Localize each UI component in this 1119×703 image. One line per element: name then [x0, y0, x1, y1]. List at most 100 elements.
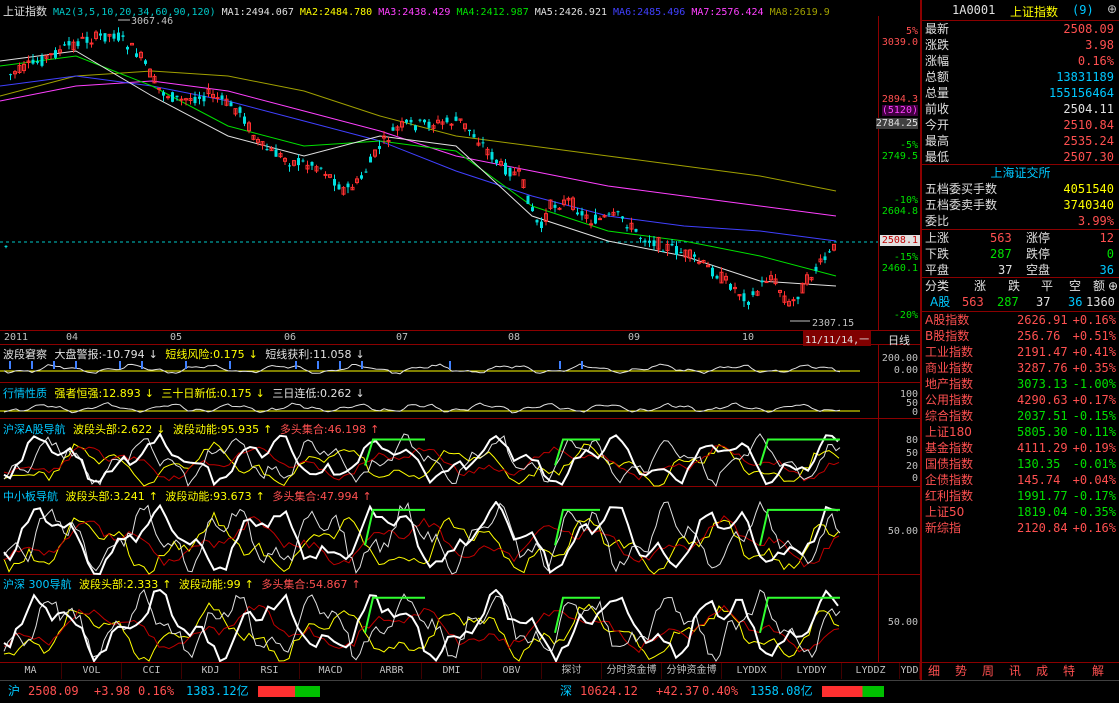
index-price: 2191.47	[1017, 345, 1068, 359]
sh-price: 2508.09	[28, 684, 79, 698]
tab-ma[interactable]: MA	[0, 663, 62, 679]
tab-ydd[interactable]: YDD	[900, 663, 920, 679]
index-name: 红利指数	[925, 489, 974, 503]
index-change: +0.19%	[1072, 441, 1116, 455]
tab-lyddy[interactable]: LYDDY	[782, 663, 842, 679]
index-change: -0.01%	[1072, 457, 1116, 471]
class-table: 分类 涨 跌 平 空 额 ⊕ A股 563 287 37 36 1360	[922, 277, 1119, 311]
tab-lyddz[interactable]: LYDDZ	[842, 663, 900, 679]
tab-cci[interactable]: CCI	[122, 663, 182, 679]
panel-2-axis: 100 50 0	[878, 383, 920, 419]
tab-news[interactable]: 讯	[1009, 663, 1021, 679]
quote-row: 涨跌 3.98	[925, 38, 1114, 52]
index-change: +0.17%	[1072, 393, 1116, 407]
index-row[interactable]: 商业指数 3287.76 +0.35%	[922, 360, 1118, 376]
tab-kdj[interactable]: KDJ	[182, 663, 240, 679]
sh-percent: 0.16%	[138, 684, 175, 698]
index-price: 3287.76	[1017, 361, 1068, 375]
index-change: -0.35%	[1072, 505, 1116, 519]
tab-macd[interactable]: MACD	[300, 663, 362, 679]
index-price: 2626.91	[1017, 313, 1068, 327]
indicator-panel-2[interactable]: 行情性质 强者恒强:12.893 ↓ 三十日新低:0.175 ↓ 三日连低:0.26…	[0, 383, 920, 419]
index-row[interactable]: 国债指数 130.35 -0.01%	[922, 456, 1118, 472]
quote-row: 前收 2504.11	[925, 102, 1114, 116]
tab-special[interactable]: 特	[1063, 663, 1075, 679]
exchange-name: 上海证交所	[990, 166, 1051, 180]
index-row[interactable]: A股指数 2626.91 +0.16%	[922, 312, 1118, 328]
quote-row: 涨幅 0.16%	[925, 54, 1114, 68]
index-change: +0.16%	[1072, 521, 1116, 535]
tab-arbr[interactable]: ARBR	[362, 663, 422, 679]
quote-block: 最新 2508.09 涨跌 3.98 涨幅 0.16% 总额 13831189 总量 15…	[922, 20, 1119, 164]
index-name: 公用指数	[925, 393, 974, 407]
index-row[interactable]: 基金指数 4111.29 +0.19%	[922, 440, 1118, 456]
index-name: 综合指数	[925, 409, 974, 423]
candlestick-chart[interactable]: 3067.46 2307.15	[0, 16, 878, 330]
tab-obv[interactable]: OBV	[482, 663, 542, 679]
index-name: B股指数	[925, 329, 970, 343]
panel-5-axis: 50.00	[878, 575, 920, 662]
index-row[interactable]: 红利指数 1991.77 -0.17%	[922, 488, 1118, 504]
quote-row: 总量 155156464	[925, 86, 1114, 100]
index-name: 地产指数	[925, 377, 974, 391]
breadth-row: 下跌 287 跌停 0	[925, 247, 1114, 261]
axis-label: 50	[905, 448, 918, 459]
tab-fenzhong-zijin[interactable]: 分钟资金博	[662, 663, 722, 679]
quote-row: 今开 2510.84	[925, 118, 1114, 132]
index-row[interactable]: 公用指数 4290.63 +0.17%	[922, 392, 1118, 408]
expand-icon[interactable]: ⊕	[1107, 2, 1117, 16]
svg-text:3067.46: 3067.46	[131, 16, 173, 27]
tab-trend[interactable]: 势	[955, 663, 967, 679]
panel-1-plot	[0, 361, 860, 375]
indicator-panel-5[interactable]: 沪深 300导航 波段头部:2.333 ↑ 波段动能:99 ↑ 多头集合:54.86…	[0, 575, 920, 662]
time-label: 04	[66, 332, 79, 343]
index-name: 上证50	[925, 505, 965, 519]
indicator-panel-4[interactable]: 中小板导航 波段头部:3.241 ↑ 波段动能:93.673 ↑ 多头集合:47.9…	[0, 487, 920, 575]
tab-detail[interactable]: 细	[928, 663, 940, 679]
index-row[interactable]: 企债指数 145.74 +0.04%	[922, 472, 1118, 488]
exchange-block: 上海证交所 五档委买手数 4051540 五档委卖手数 3740340 委比 3.99…	[922, 164, 1119, 229]
order-row: 五档委卖手数 3740340	[925, 198, 1114, 212]
main-chart-area[interactable]: 上证指数 MA2(3,5,10,20,34,60,90,120) MA1:249…	[0, 0, 920, 662]
index-row[interactable]: 新综指 2120.84 +0.16%	[922, 520, 1118, 536]
indicator-panel-1[interactable]: 波段窘察 大盘警报:-10.794 ↓ 短线风险:0.175 ↓ 短线获利:11.0…	[0, 345, 920, 383]
index-name: 工业指数	[925, 345, 974, 359]
tab-fenshi-zijin[interactable]: 分时资金博	[602, 663, 662, 679]
time-label: 06	[284, 332, 297, 343]
index-row[interactable]: 工业指数 2191.47 +0.41%	[922, 344, 1118, 360]
index-price: 145.74	[1017, 473, 1061, 487]
class-row[interactable]: A股 563 287 37 36 1360	[922, 294, 1119, 310]
index-row[interactable]: 上证50 1819.04 -0.35%	[922, 504, 1118, 520]
index-price: 4111.29	[1017, 441, 1068, 455]
tab-lyddx[interactable]: LYDDX	[722, 663, 782, 679]
tab-tantao[interactable]: 探讨	[542, 663, 602, 679]
tab-dmi[interactable]: DMI	[422, 663, 482, 679]
index-row[interactable]: B股指数 256.76 +0.51%	[922, 328, 1118, 344]
tab-rsi[interactable]: RSI	[240, 663, 300, 679]
panel-4-axis: 50.00	[878, 487, 920, 575]
index-row[interactable]: 综合指数 2037.51 -0.15%	[922, 408, 1118, 424]
tab-vol[interactable]: VOL	[62, 663, 122, 679]
axis-label: 80	[905, 435, 918, 446]
index-name: 上证180	[925, 425, 972, 439]
time-label: 08	[508, 332, 521, 343]
sz-breadth-bar	[822, 686, 884, 697]
panel-3-axis: 80 50 20 0	[878, 419, 920, 487]
tab-week[interactable]: 周	[982, 663, 994, 679]
right-panel: 1A0001 上证指数 (9) ⊕ 最新 2508.09 涨跌 3.98 涨幅 0.1…	[920, 0, 1119, 680]
index-change: +0.04%	[1072, 473, 1116, 487]
index-name: 国债指数	[925, 457, 974, 471]
index-price: 256.76	[1017, 329, 1061, 343]
index-row[interactable]: 上证180 5805.30 -0.11%	[922, 424, 1118, 440]
index-price: 1819.04	[1017, 505, 1068, 519]
index-row[interactable]: 地产指数 3073.13 -1.00%	[922, 376, 1118, 392]
expand-icon[interactable]: ⊕	[1108, 278, 1118, 294]
tab-trades[interactable]: 成	[1036, 663, 1048, 679]
sz-price: 10624.12	[580, 684, 638, 698]
quote-row: 最新 2508.09	[925, 22, 1114, 36]
breadth-block: 上涨 563 涨停 12 下跌 287 跌停 0 平盘 37 空盘 36	[922, 229, 1119, 277]
indicator-panel-3[interactable]: 沪深A股导航 波段头部:2.622 ↓ 波段动能:95.935 ↑ 多头集合:46.…	[0, 419, 920, 487]
axis-label: 20	[905, 461, 918, 472]
sz-change: +42.37	[656, 684, 700, 698]
tab-explain[interactable]: 解	[1092, 663, 1104, 679]
